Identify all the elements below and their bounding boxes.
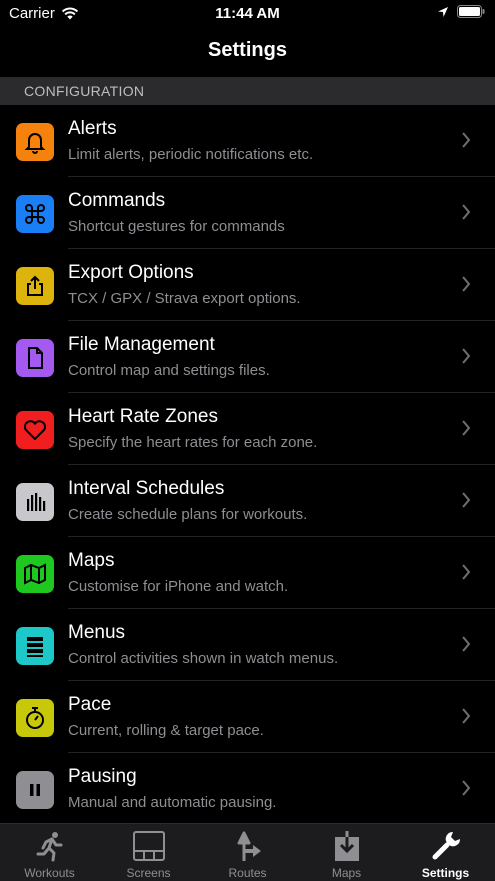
settings-row-alerts[interactable]: Alerts Limit alerts, periodic notificati…	[0, 105, 495, 177]
row-subtitle: Create schedule plans for workouts.	[68, 506, 308, 523]
settings-row-export-options[interactable]: Export Options TCX / GPX / Strava export…	[0, 249, 495, 321]
chevron-right-icon	[462, 492, 471, 508]
row-title: Alerts	[68, 118, 117, 139]
settings-list: Alerts Limit alerts, periodic notificati…	[0, 105, 495, 825]
row-subtitle: Shortcut gestures for commands	[68, 218, 285, 235]
download-icon	[334, 831, 359, 861]
runner-icon	[36, 832, 62, 862]
settings-row-heart-rate-zones[interactable]: Heart Rate Zones Specify the heart rates…	[0, 393, 495, 465]
heart-icon	[16, 411, 54, 449]
chevron-right-icon	[462, 780, 471, 796]
row-title: Maps	[68, 550, 115, 571]
row-subtitle: Manual and automatic pausing.	[68, 794, 277, 811]
page-title: Settings	[208, 39, 287, 61]
settings-row-file-management[interactable]: File Management Control map and settings…	[0, 321, 495, 393]
tab-label: Settings	[421, 866, 470, 880]
tab-maps[interactable]: Maps	[297, 824, 396, 881]
screens-icon	[132, 831, 165, 861]
chevron-right-icon	[462, 132, 471, 148]
row-subtitle: Control activities shown in watch menus.	[68, 650, 339, 667]
settings-row-pace[interactable]: Pace Current, rolling & target pace.	[0, 681, 495, 753]
tab-label: Screens	[126, 866, 171, 880]
settings-row-commands[interactable]: Commands Shortcut gestures for commands	[0, 177, 495, 249]
row-title: Pace	[68, 694, 112, 715]
status-indicators	[437, 5, 485, 18]
chevron-right-icon	[462, 636, 471, 652]
row-subtitle: Specify the heart rates for each zone.	[68, 434, 318, 451]
settings-row-menus[interactable]: Menus Control activities shown in watch …	[0, 609, 495, 681]
row-subtitle: Control map and settings files.	[68, 362, 270, 379]
settings-row-interval-schedules[interactable]: Interval Schedules Create schedule plans…	[0, 465, 495, 537]
row-title: Menus	[68, 622, 126, 643]
tab-routes[interactable]: Routes	[198, 824, 297, 881]
map-icon	[16, 555, 54, 593]
clock: 11:44 AM	[215, 5, 280, 22]
row-title: File Management	[68, 334, 215, 355]
pause-icon	[16, 771, 54, 809]
row-title: Commands	[68, 190, 166, 211]
battery-icon	[457, 5, 485, 18]
row-title: Heart Rate Zones	[68, 406, 218, 427]
settings-row-pausing[interactable]: Pausing Manual and automatic pausing.	[0, 753, 495, 825]
chevron-right-icon	[462, 348, 471, 364]
route-icon	[237, 831, 261, 861]
row-subtitle: Customise for iPhone and watch.	[68, 578, 289, 595]
bell-icon	[16, 123, 54, 161]
tab-bar: Workouts Screens Routes Maps Settings	[0, 823, 495, 881]
menu-icon	[16, 627, 54, 665]
chevron-right-icon	[462, 420, 471, 436]
chevron-right-icon	[462, 564, 471, 580]
row-title: Interval Schedules	[68, 478, 225, 499]
tab-screens[interactable]: Screens	[99, 824, 198, 881]
tab-label: Workouts	[24, 866, 75, 880]
chevron-right-icon	[462, 276, 471, 292]
command-icon	[16, 195, 54, 233]
tab-settings[interactable]: Settings	[396, 824, 495, 881]
row-title: Export Options	[68, 262, 194, 283]
location-icon	[438, 6, 448, 17]
stopwatch-icon	[16, 699, 54, 737]
share-icon	[16, 267, 54, 305]
document-icon	[16, 339, 54, 377]
chevron-right-icon	[462, 708, 471, 724]
section-header: CONFIGURATION	[0, 77, 495, 105]
wrench-icon	[432, 831, 460, 860]
chevron-right-icon	[462, 204, 471, 220]
settings-row-maps[interactable]: Maps Customise for iPhone and watch.	[0, 537, 495, 609]
navigation-bar: Settings	[0, 28, 495, 76]
bars-icon	[16, 483, 54, 521]
tab-workouts[interactable]: Workouts	[0, 824, 99, 881]
row-subtitle: TCX / GPX / Strava export options.	[68, 290, 301, 307]
row-subtitle: Current, rolling & target pace.	[68, 722, 264, 739]
row-subtitle: Limit alerts, periodic notifications etc…	[68, 146, 314, 163]
tab-label: Routes	[228, 866, 267, 880]
tab-label: Maps	[331, 866, 362, 880]
status-bar: Carrier 11:44 AM	[0, 0, 495, 28]
row-title: Pausing	[68, 766, 137, 787]
